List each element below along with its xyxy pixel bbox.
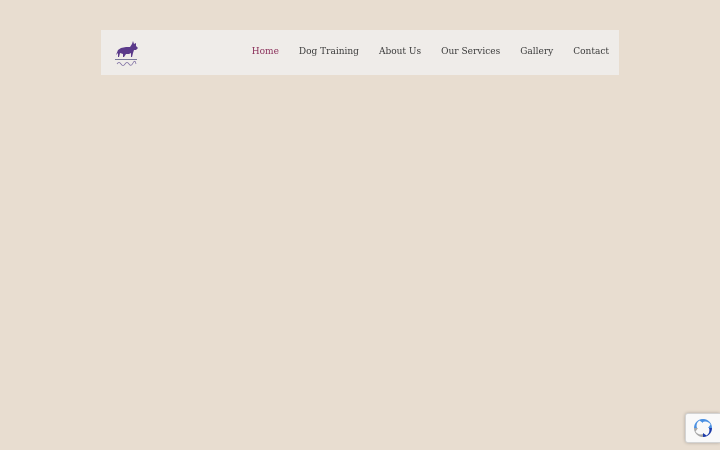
- main-nav: Home Dog Training About Us Our Services …: [232, 30, 609, 75]
- nav-item-our-services[interactable]: Our Services: [441, 30, 500, 75]
- nav-item-contact[interactable]: Contact: [573, 30, 609, 75]
- nav-item-gallery[interactable]: Gallery: [520, 30, 553, 75]
- site-logo[interactable]: [112, 38, 140, 68]
- nav-item-dog-training[interactable]: Dog Training: [299, 30, 359, 75]
- site-header: Home Dog Training About Us Our Services …: [101, 30, 619, 75]
- nav-item-home[interactable]: Home: [252, 30, 279, 75]
- recaptcha-icon: [694, 419, 712, 437]
- nav-item-about-us[interactable]: About Us: [379, 30, 421, 75]
- recaptcha-badge[interactable]: [685, 413, 720, 443]
- wolf-logo-icon: [115, 41, 138, 66]
